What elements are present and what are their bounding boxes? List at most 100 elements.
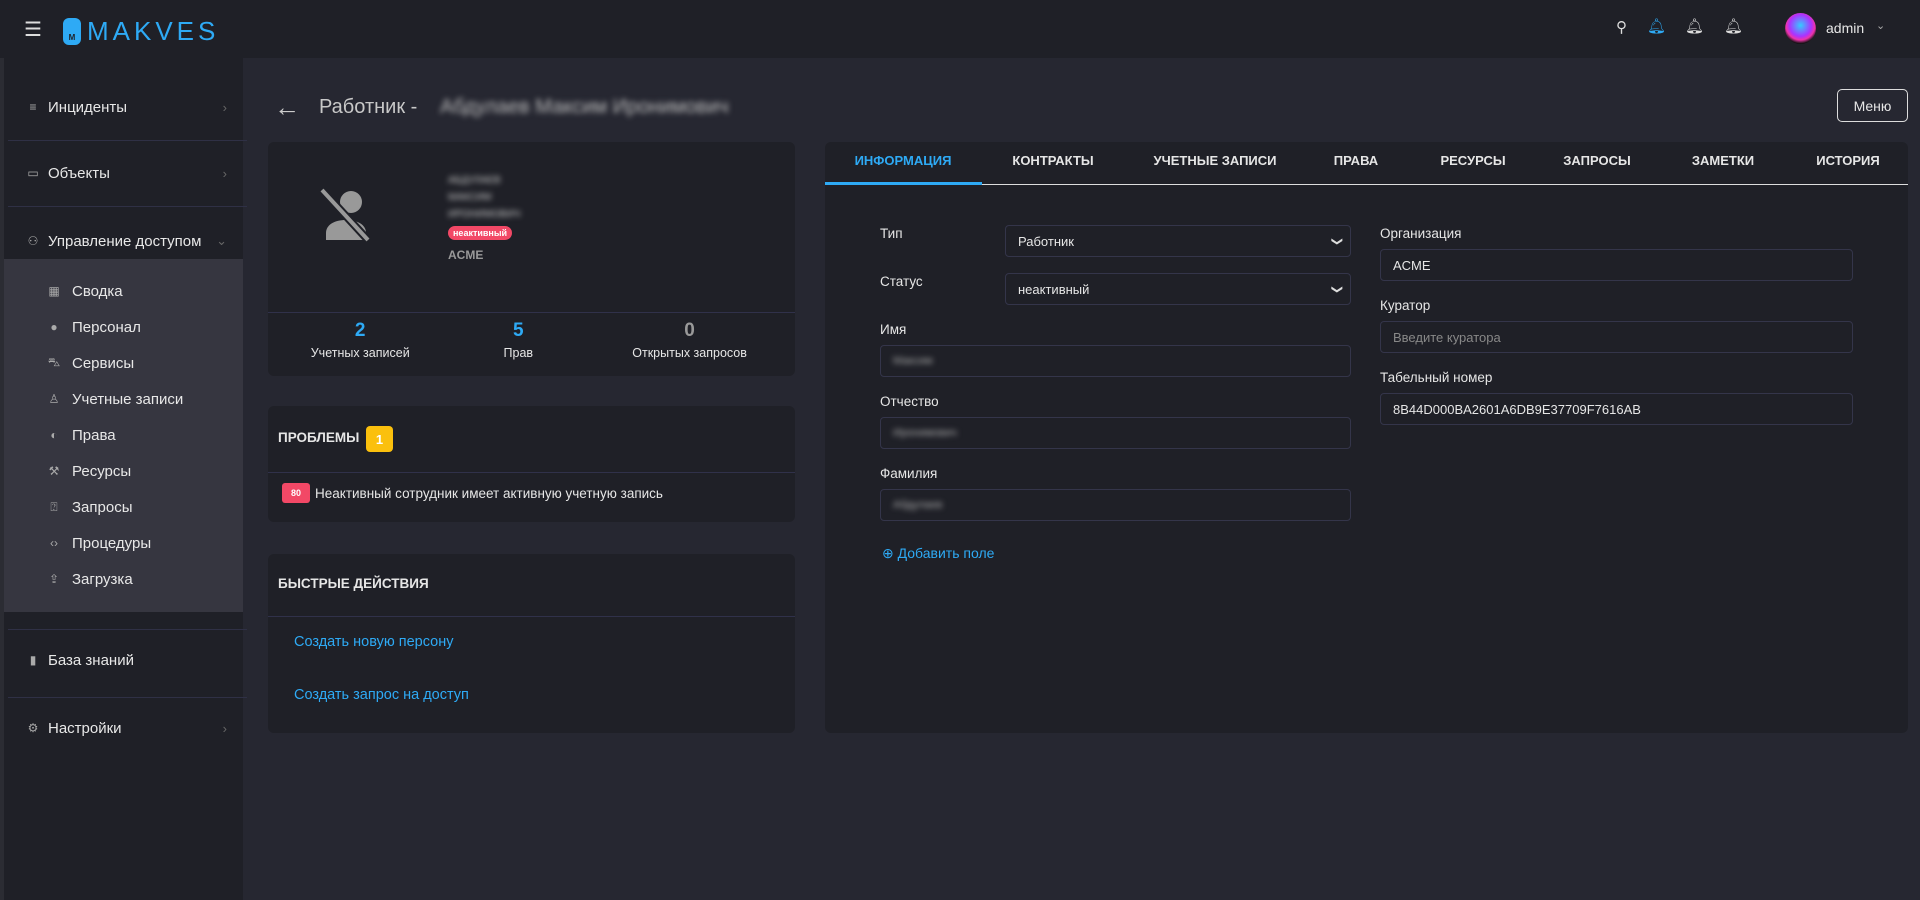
- add-field-link[interactable]: ⊕ Добавить поле: [882, 545, 994, 562]
- profile-card: АБДУЛАЕВ МАКСИМ ИРОНИМОВИЧ неактивный AC…: [268, 142, 795, 376]
- stat-accounts[interactable]: 2 Учетных записей: [268, 320, 452, 360]
- tab-rights[interactable]: ПРАВА: [1334, 153, 1378, 168]
- submenu-label: Ресурсы: [72, 462, 132, 480]
- status-select[interactable]: неактивный ❯: [1005, 273, 1351, 305]
- submenu-label: Сервисы: [72, 354, 135, 372]
- submenu-item-rights[interactable]: ◐ Права: [46, 423, 115, 447]
- submenu-label: Загрузка: [72, 570, 133, 588]
- incidents-icon: ≡: [29, 100, 37, 114]
- menu-button[interactable]: Меню: [1837, 89, 1908, 122]
- logo[interactable]: M MAKVES: [63, 16, 219, 47]
- sidebar-item-knowledge-base[interactable]: ▮ База знаний: [24, 645, 243, 675]
- code-icon: ‹›: [50, 536, 58, 550]
- problem-item[interactable]: 80 Неактивный сотрудник имеет активную у…: [282, 483, 663, 503]
- chevron-down-icon[interactable]: ⌄: [1876, 19, 1885, 32]
- users-icon: ⚇: [27, 234, 39, 248]
- tab-requests[interactable]: ЗАПРОСЫ: [1563, 153, 1630, 168]
- name-line: МАКСИМ: [448, 192, 492, 203]
- divider: [268, 472, 795, 473]
- divider: [268, 312, 795, 313]
- stat-value: 2: [354, 320, 366, 341]
- sidebar-item-label: Настройки: [48, 719, 122, 737]
- submenu-item-upload[interactable]: ⇪ Загрузка: [46, 567, 133, 591]
- name-line: ИРОНИМОВИЧ: [448, 209, 521, 220]
- sidebar-item-label: Объекты: [48, 164, 110, 182]
- stats-row: 2 Учетных записей 5 Прав 0 Открытых запросо…: [268, 320, 795, 360]
- stat-label: Учетных записей: [310, 346, 410, 360]
- last-name-label: Фамилия: [880, 466, 938, 481]
- sidebar-item-label: База знаний: [48, 651, 134, 669]
- create-person-link[interactable]: Создать новую персону: [294, 634, 453, 650]
- divider: [8, 697, 247, 698]
- dashboard-icon: ▦: [48, 284, 60, 298]
- first-name-value: Максим: [893, 355, 933, 367]
- type-label: Тип: [880, 226, 903, 241]
- submenu-item-personnel[interactable]: ● Персонал: [46, 315, 141, 339]
- divider: [8, 140, 247, 141]
- sidebar-item-access-management[interactable]: ⚇ Управление доступом ⌄: [24, 226, 243, 256]
- tab-contracts[interactable]: КОНТРАКТЫ: [1012, 153, 1093, 168]
- brand-name: MAKVES: [87, 16, 220, 46]
- stat-label: Прав: [503, 346, 534, 360]
- tab-history[interactable]: ИСТОРИЯ: [1816, 153, 1880, 168]
- user-name[interactable]: admin: [1826, 20, 1864, 36]
- bell-ring-icon[interactable]: 🔔︎: [1724, 17, 1743, 35]
- sidebar-item-incidents[interactable]: ≡ Инциденты ›: [24, 92, 243, 122]
- submenu-item-procedures[interactable]: ‹› Процедуры: [46, 531, 151, 555]
- org-input[interactable]: ACME: [1380, 249, 1853, 281]
- profile-name: АБДУЛАЕВ МАКСИМ ИРОНИМОВИЧ: [448, 172, 520, 223]
- stat-value: 0: [684, 320, 695, 341]
- first-name-input[interactable]: Максим: [880, 345, 1351, 377]
- top-bar: ☰ M MAKVES ⚲ 🔔︎ 🔔︎ 🔔︎ admin ⌄: [0, 0, 1920, 58]
- patronymic-input[interactable]: Иронимович: [880, 417, 1351, 449]
- back-arrow-icon[interactable]: ←: [274, 92, 300, 123]
- sidebar-item-label: Инциденты: [48, 98, 128, 116]
- type-value: Работник: [1018, 233, 1074, 249]
- sidebar-item-objects[interactable]: ▭ Объекты ›: [24, 158, 243, 188]
- access-submenu: ▦ Сводка ● Персонал ⛍ Сервисы ♙ Учетные запи…: [4, 259, 243, 612]
- risk-score-badge: 80: [282, 483, 310, 503]
- bell-plus-icon[interactable]: 🔔︎: [1685, 17, 1704, 35]
- submenu-label: Сводка: [72, 282, 123, 300]
- hamburger-menu-icon[interactable]: ☰: [24, 17, 42, 42]
- submenu-item-resources[interactable]: ⚒ Ресурсы: [46, 459, 132, 483]
- problems-card: ПРОБЛЕМЫ 1 80 Неактивный сотрудник имеет…: [268, 406, 795, 522]
- hammer-icon: ⚒: [48, 464, 60, 478]
- curator-input[interactable]: Введите куратора: [1380, 321, 1853, 353]
- sidebar-item-settings[interactable]: ⚙ Настройки ›: [24, 713, 243, 743]
- tab-accounts[interactable]: УЧЕТНЫЕ ЗАПИСИ: [1153, 153, 1276, 168]
- submenu-item-summary[interactable]: ▦ Сводка: [46, 279, 123, 303]
- gear-icon: ⚙: [27, 721, 39, 735]
- stat-open-requests[interactable]: 0 Открытых запросов: [584, 320, 795, 360]
- submenu-item-accounts[interactable]: ♙ Учетные записи: [46, 387, 184, 411]
- submenu-item-requests[interactable]: ⍰ Запросы: [46, 495, 133, 519]
- tab-notes[interactable]: ЗАМЕТКИ: [1692, 153, 1754, 168]
- quick-actions-title: БЫСТРЫЕ ДЕЙСТВИЯ: [278, 576, 429, 591]
- tab-resources[interactable]: РЕСУРСЫ: [1440, 153, 1505, 168]
- bell-icon[interactable]: 🔔︎: [1647, 17, 1666, 35]
- submenu-label: Запросы: [72, 498, 133, 516]
- tab-number-input[interactable]: 8B44D000BA2601A6DB9E37709F7616AB: [1380, 393, 1853, 425]
- last-name-input[interactable]: Абдулаев: [880, 489, 1351, 521]
- submenu-item-services[interactable]: ⛍ Сервисы: [46, 351, 134, 375]
- stat-label: Открытых запросов: [632, 346, 747, 360]
- avatar[interactable]: [1785, 13, 1816, 44]
- chevron-down-icon: ❯: [1330, 236, 1343, 246]
- status-badge: неактивный: [448, 226, 513, 240]
- tab-information[interactable]: ИНФОРМАЦИЯ: [855, 153, 952, 168]
- divider: [268, 616, 795, 617]
- page-title-name: Абдулаев Максим Иронимович: [440, 96, 729, 118]
- search-icon[interactable]: ⚲: [1616, 18, 1627, 36]
- last-name-value: Абдулаев: [893, 499, 943, 511]
- car-icon: ⛍: [47, 355, 61, 369]
- stat-rights[interactable]: 5 Прав: [452, 320, 584, 360]
- chevron-down-icon: ❯: [1330, 284, 1343, 294]
- plus-circle-icon: ⊕: [882, 545, 898, 561]
- person-off-icon: [319, 187, 371, 243]
- type-select[interactable]: Работник ❯: [1005, 225, 1351, 257]
- person-icon: ●: [50, 320, 58, 334]
- divider: [8, 206, 247, 207]
- create-access-request-link[interactable]: Создать запрос на доступ: [294, 687, 469, 703]
- submenu-label: Персонал: [72, 318, 141, 336]
- org-value: ACME: [1393, 257, 1431, 273]
